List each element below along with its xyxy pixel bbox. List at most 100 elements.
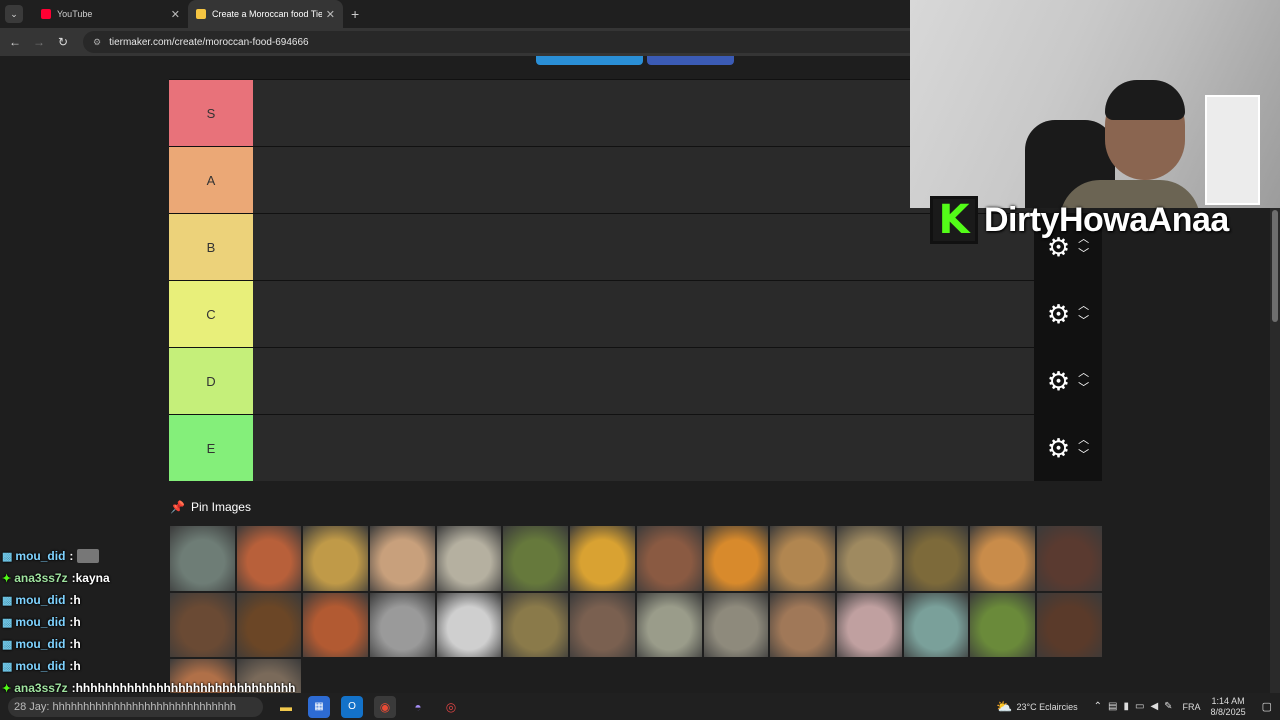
- food-image-tile[interactable]: [969, 591, 1036, 659]
- taskbar-search[interactable]: 28 Jay: hhhhhhhhhhhhhhhhhhhhhhhhhhhhhh: [8, 696, 263, 717]
- tier-drop-zone[interactable]: [253, 214, 1034, 280]
- food-image-tile[interactable]: [369, 591, 436, 659]
- streamer-overlay: K DirtyHowaAnaa: [930, 196, 1229, 244]
- close-icon[interactable]: ✕: [326, 8, 335, 21]
- pin-images-toggle[interactable]: 📌 Pin Images: [170, 500, 251, 514]
- tab-tiermaker[interactable]: Create a Moroccan food Tier Li ✕: [188, 0, 343, 28]
- food-image-tile[interactable]: [702, 525, 770, 592]
- food-image-tile[interactable]: [835, 525, 903, 592]
- food-image-tile[interactable]: [302, 525, 370, 592]
- tier-drop-zone[interactable]: [253, 348, 1034, 414]
- tab-search-button[interactable]: ⌄: [5, 5, 23, 23]
- chat-text: kayna: [75, 571, 110, 585]
- chat-username[interactable]: mou_did: [15, 659, 65, 673]
- chat-username[interactable]: mou_did: [15, 615, 65, 629]
- notification-icon[interactable]: ▢: [1262, 700, 1272, 713]
- food-image-tile[interactable]: [702, 591, 770, 659]
- chrome-icon[interactable]: ◉: [374, 695, 396, 718]
- chat-message: ▩ mou_did: h: [2, 589, 296, 611]
- tier-label[interactable]: E: [169, 415, 253, 481]
- food-image-tile[interactable]: [635, 525, 703, 592]
- clock-time: 1:14 AM: [1211, 695, 1245, 706]
- share-button[interactable]: [647, 56, 734, 65]
- streamer-name: DirtyHowaAnaa: [984, 200, 1229, 239]
- tier-drop-zone[interactable]: [253, 415, 1034, 481]
- save-download-button[interactable]: [536, 56, 643, 65]
- gear-icon[interactable]: ⚙: [1047, 368, 1070, 394]
- food-image-tile[interactable]: [769, 591, 836, 659]
- back-arrow-icon[interactable]: ←: [3, 35, 27, 49]
- tier-controls: ⚙ ︿ ﹀: [1034, 281, 1102, 347]
- obs-icon[interactable]: ◎: [440, 696, 462, 718]
- gear-icon[interactable]: ⚙: [1047, 301, 1070, 327]
- chat-username[interactable]: ana3ss7z: [14, 571, 67, 585]
- kick-logo-icon: K: [930, 196, 978, 244]
- chevron-down-icon[interactable]: ﹀: [1078, 249, 1089, 260]
- weather-text[interactable]: 23°C Eclaircies: [1017, 702, 1078, 712]
- food-image-tile[interactable]: [1035, 591, 1103, 659]
- reload-icon[interactable]: ↻: [51, 35, 75, 49]
- discord-icon[interactable]: ◓: [407, 696, 429, 718]
- tier-move-arrows: ︿ ﹀: [1078, 435, 1089, 461]
- food-image-tile[interactable]: [302, 591, 370, 659]
- chat-message: ▩ mou_did:: [2, 545, 296, 567]
- file-explorer-icon[interactable]: ▬: [275, 696, 297, 718]
- food-image-tile[interactable]: [569, 591, 636, 659]
- food-image-tile[interactable]: [435, 591, 503, 659]
- food-image-tile[interactable]: [569, 525, 636, 592]
- network-icon[interactable]: ▤: [1108, 701, 1117, 712]
- food-image-tile[interactable]: [1035, 525, 1103, 592]
- food-image-tile[interactable]: [969, 525, 1036, 592]
- tiermaker-favicon-icon: [196, 9, 206, 19]
- food-image-tile[interactable]: [769, 525, 836, 592]
- scrollbar-thumb[interactable]: [1272, 210, 1278, 322]
- food-image-tile[interactable]: [635, 591, 703, 659]
- tier-label[interactable]: D: [169, 348, 253, 414]
- chevron-up-icon[interactable]: ︿: [1078, 435, 1089, 446]
- site-settings-icon[interactable]: ⚙: [93, 37, 101, 48]
- microphone-icon[interactable]: ▮: [1123, 701, 1129, 712]
- food-image-tile[interactable]: [902, 525, 970, 592]
- close-icon[interactable]: ✕: [171, 8, 180, 21]
- chevron-up-icon[interactable]: ︿: [1078, 301, 1089, 312]
- forward-arrow-icon[interactable]: →: [27, 35, 51, 49]
- language-indicator[interactable]: FRA: [1183, 702, 1201, 712]
- chat-username[interactable]: mou_did: [15, 593, 65, 607]
- food-image-tile[interactable]: [502, 525, 570, 592]
- shelf: [1205, 95, 1260, 205]
- chevron-down-icon[interactable]: ﹀: [1078, 450, 1089, 461]
- volume-icon[interactable]: ◀: [1150, 701, 1158, 712]
- tier-label[interactable]: A: [169, 147, 253, 213]
- food-image-tile[interactable]: [502, 591, 570, 659]
- outlook-icon[interactable]: O: [341, 695, 363, 718]
- clock-date: 8/8/2025: [1210, 706, 1246, 717]
- tier-label[interactable]: C: [169, 281, 253, 347]
- chevron-down-icon[interactable]: ﹀: [1078, 316, 1089, 327]
- streamer-hair: [1105, 80, 1185, 120]
- store-icon[interactable]: ▦: [308, 695, 330, 718]
- chat-username[interactable]: mou_did: [15, 637, 65, 651]
- tab-youtube[interactable]: YouTube ✕: [33, 0, 188, 28]
- chevron-up-icon[interactable]: ⌃: [1094, 701, 1102, 712]
- chevron-up-icon[interactable]: ︿: [1078, 368, 1089, 379]
- gear-icon[interactable]: ⚙: [1047, 435, 1070, 461]
- food-image-tile[interactable]: [369, 525, 436, 592]
- food-image-tile[interactable]: [902, 591, 970, 659]
- food-image-tile[interactable]: [435, 525, 503, 592]
- new-tab-button[interactable]: +: [351, 6, 359, 22]
- tier-label[interactable]: B: [169, 214, 253, 280]
- clock[interactable]: 1:14 AM 8/8/2025: [1211, 696, 1246, 718]
- chevron-down-icon[interactable]: ﹀: [1078, 383, 1089, 394]
- webcam-feed: [910, 0, 1280, 208]
- pen-icon[interactable]: ✎: [1164, 701, 1172, 712]
- tab-title: Create a Moroccan food Tier Li: [212, 9, 322, 19]
- display-icon[interactable]: ▭: [1135, 701, 1144, 712]
- chat-username[interactable]: mou_did: [15, 549, 65, 563]
- chat-message: ▩ mou_did: h: [2, 655, 296, 677]
- tier-drop-zone[interactable]: [253, 281, 1034, 347]
- chat-badge-icon: ▩: [2, 616, 13, 629]
- food-image-tile[interactable]: [835, 591, 903, 659]
- system-tray: ⛅ 23°C Eclaircies ⌃ ▤ ▮ ▭ ◀ ✎ FRA 1:14 A…: [996, 693, 1280, 720]
- url-text: tiermaker.com/create/moroccan-food-69466…: [109, 36, 309, 48]
- tier-label[interactable]: S: [169, 80, 253, 146]
